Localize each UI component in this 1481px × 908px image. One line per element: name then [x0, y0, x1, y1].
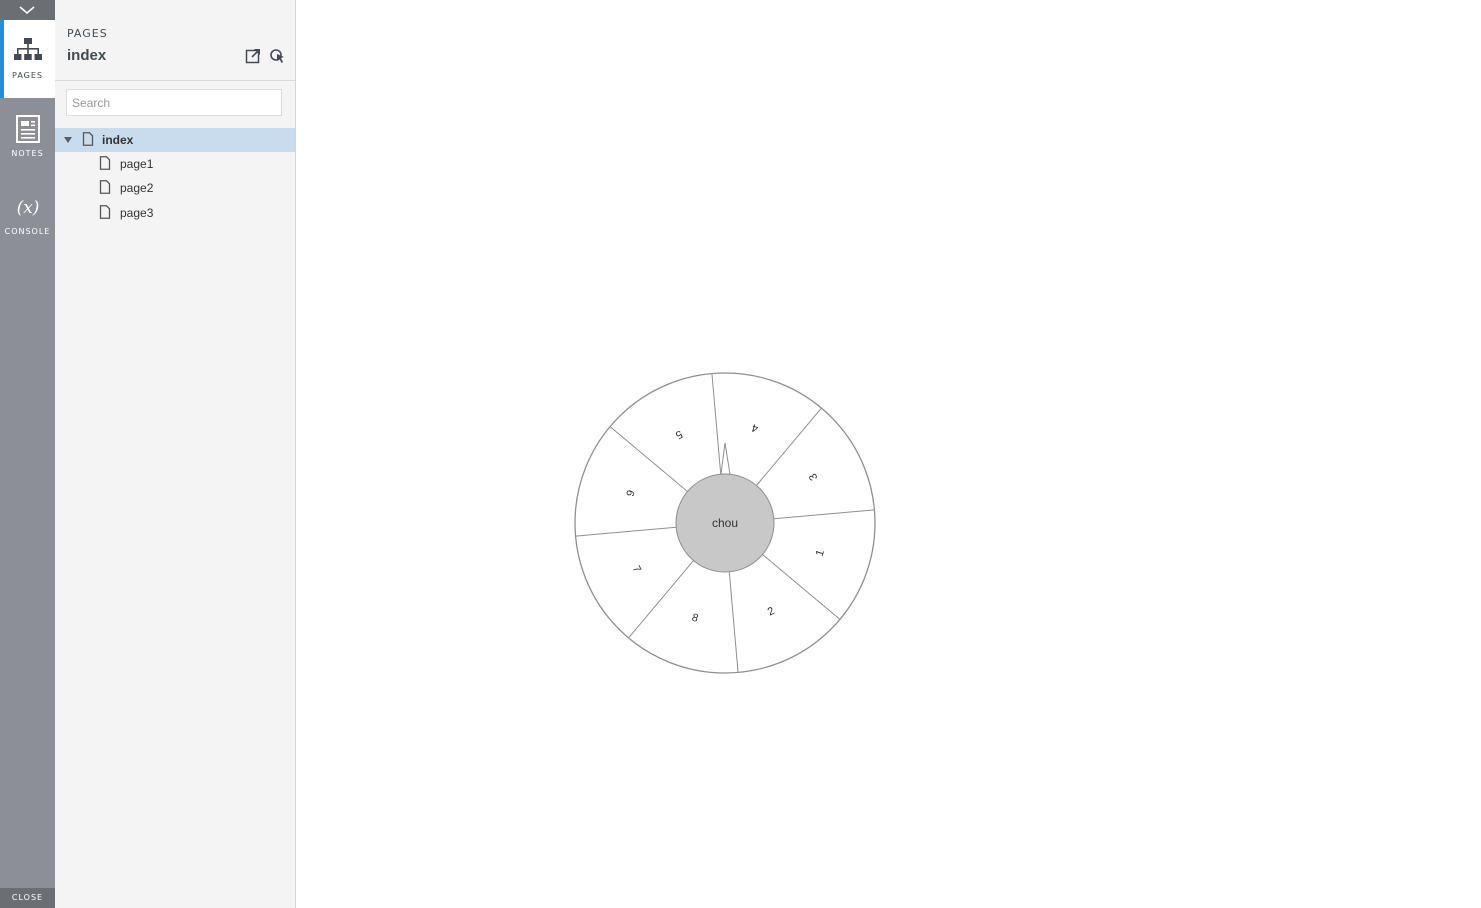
search-input[interactable] [66, 89, 282, 116]
page-icon [99, 180, 111, 194]
sitemap-icon [14, 38, 42, 60]
tree-item-page2[interactable]: page2 [55, 176, 295, 200]
locate-page-icon[interactable] [269, 48, 285, 64]
tree-item-page3[interactable]: page3 [55, 201, 295, 225]
svg-text:(x): (x) [17, 198, 40, 218]
tree-item-label: page1 [120, 157, 154, 171]
collapse-toggle[interactable] [0, 0, 55, 20]
tree-item-label: index [102, 133, 134, 147]
spin-button-label: chou [712, 516, 738, 530]
tab-notes[interactable]: NOTES [0, 98, 55, 176]
tab-pages[interactable]: PAGES [0, 20, 55, 98]
app-window: PAGES NOTES (x) CONSOLE CLOSE PAGES inde… [0, 0, 1481, 908]
page-icon [99, 205, 111, 219]
expand-arrow-icon[interactable] [63, 136, 73, 144]
variable-icon: (x) [17, 198, 40, 218]
page-icon [82, 132, 94, 146]
tree-item-label: page3 [120, 206, 154, 220]
tab-pages-label: PAGES [12, 71, 43, 80]
current-page-title: index [67, 47, 107, 64]
notes-icon [16, 115, 40, 143]
panel-divider [55, 80, 295, 81]
tree-item-index[interactable]: index [55, 128, 295, 152]
prize-wheel: 128765 43 chou [574, 372, 876, 674]
prototype-canvas: 12876543 chou [296, 0, 1481, 908]
tree-item-page1[interactable]: page1 [55, 152, 295, 176]
sidebar-rail: PAGES NOTES (x) CONSOLE CLOSE [0, 0, 55, 908]
tree-item-label: page2 [120, 181, 154, 195]
chevron-down-icon [19, 6, 35, 15]
tab-console-label: CONSOLE [4, 227, 51, 236]
open-in-new-icon[interactable] [245, 48, 261, 64]
pages-panel: PAGES index index page1 [55, 0, 296, 908]
panel-heading: PAGES [67, 27, 108, 40]
close-button[interactable]: CLOSE [0, 888, 55, 908]
tab-notes-label: NOTES [11, 149, 44, 158]
tab-console[interactable]: (x) CONSOLE [0, 176, 55, 254]
page-icon [99, 156, 111, 170]
